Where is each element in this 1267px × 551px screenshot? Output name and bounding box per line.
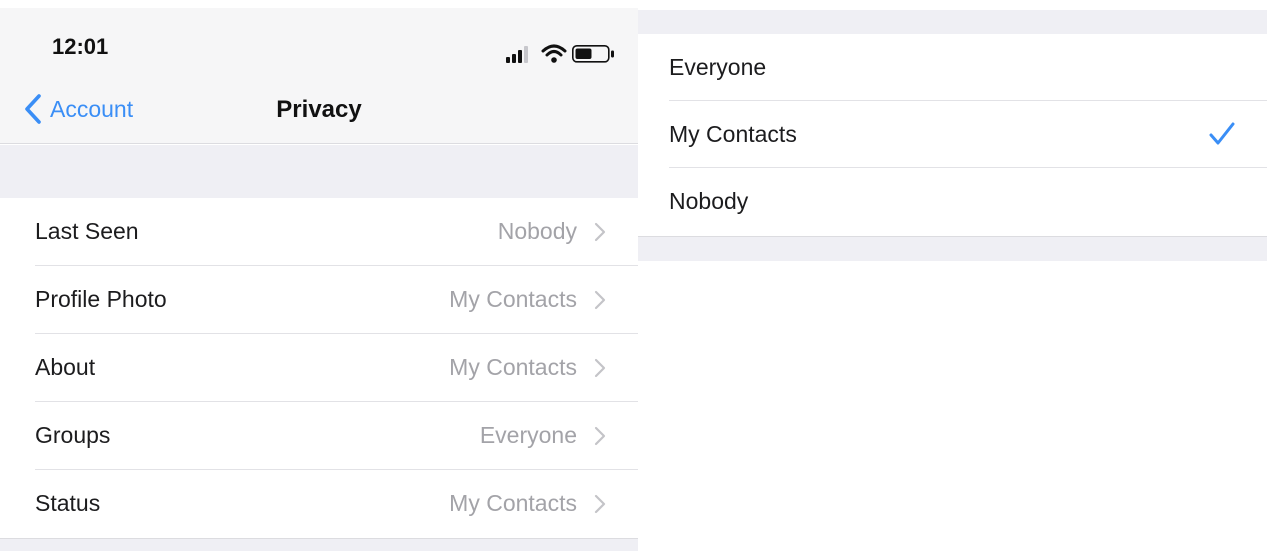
status-time: 12:01: [52, 34, 109, 59]
section-spacer-top: [638, 10, 1267, 34]
setting-label: About: [35, 354, 96, 380]
setting-row-profile-photo[interactable]: Profile Photo My Contacts: [0, 266, 638, 334]
chevron-right-icon: [594, 494, 606, 514]
visibility-options-list: Everyone My Contacts Nobody: [638, 34, 1267, 236]
back-button-label: Account: [50, 95, 134, 122]
chevron-right-icon: [594, 426, 606, 446]
section-spacer-bottom: [638, 236, 1267, 261]
status-icons: [506, 44, 614, 63]
chevron-left-icon: [25, 94, 41, 124]
privacy-settings-list: Last Seen Nobody Profile Photo My Contac…: [0, 198, 638, 538]
setting-label: Status: [35, 490, 101, 516]
setting-value: My Contacts: [449, 286, 577, 312]
setting-label: Profile Photo: [35, 286, 167, 312]
option-label: Nobody: [669, 188, 749, 214]
setting-label: Last Seen: [35, 218, 139, 244]
setting-value: Nobody: [497, 218, 577, 244]
setting-value: My Contacts: [449, 354, 577, 380]
back-button[interactable]: Account: [22, 92, 133, 126]
checkmark-icon: [1209, 122, 1235, 145]
screenshot-stage: 12:01 Privacy Account Last Seen Nobody P…: [0, 0, 1267, 551]
privacy-screen: 12:01 Privacy Account Last Seen Nobody P…: [0, 0, 638, 551]
battery-icon: [572, 45, 614, 63]
chevron-right-icon: [594, 358, 606, 378]
setting-row-about[interactable]: About My Contacts: [0, 334, 638, 402]
chevron-right-icon: [594, 290, 606, 310]
setting-label: Groups: [35, 422, 111, 448]
signal-icon: [506, 46, 528, 63]
status-bar: 12:01: [0, 8, 638, 74]
option-label: Everyone: [669, 54, 767, 80]
setting-row-status[interactable]: Status My Contacts: [0, 470, 638, 538]
setting-value: Everyone: [479, 422, 577, 448]
option-my-contacts[interactable]: My Contacts: [638, 101, 1267, 168]
navigation-bar: Privacy Account: [0, 74, 638, 144]
setting-row-groups[interactable]: Groups Everyone: [0, 402, 638, 470]
option-everyone[interactable]: Everyone: [638, 34, 1267, 101]
chevron-right-icon: [594, 222, 606, 242]
setting-row-last-seen[interactable]: Last Seen Nobody: [0, 198, 638, 266]
visibility-picker-screen: Everyone My Contacts Nobody: [638, 0, 1267, 551]
section-spacer-bottom: [0, 538, 638, 551]
option-nobody[interactable]: Nobody: [638, 168, 1267, 235]
section-spacer: [0, 145, 638, 198]
setting-value: My Contacts: [449, 490, 577, 516]
option-label: My Contacts: [669, 121, 797, 147]
wifi-icon: [541, 44, 567, 63]
